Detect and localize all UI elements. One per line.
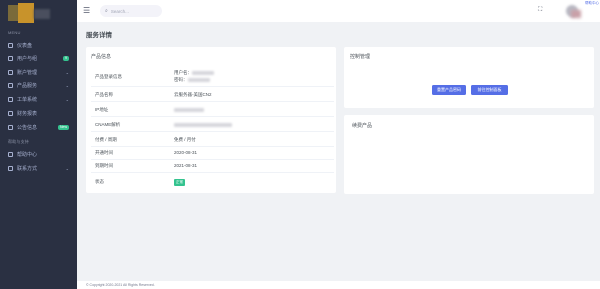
sidebar-item-account[interactable]: 账户管理 ⌄ bbox=[0, 66, 77, 78]
sidebar-item-label: 财务报表 bbox=[17, 110, 38, 117]
info-key: 到期时间 bbox=[95, 163, 113, 168]
info-value: 2020-08-31 bbox=[174, 150, 198, 155]
chevron-down-icon: ⌄ bbox=[65, 69, 69, 75]
info-row-expire-date: 到期时间 2021-08-31 bbox=[91, 158, 334, 173]
menu-toggle-icon[interactable]: ☰ bbox=[83, 6, 90, 16]
user-icon bbox=[8, 55, 13, 61]
info-row-cname: CNAME解析 bbox=[91, 117, 334, 132]
sidebar-item-label: 产品服务 bbox=[17, 82, 38, 89]
phone-icon bbox=[8, 165, 13, 171]
info-row-ip: IP地址 bbox=[91, 102, 334, 117]
card-title: 产品信息 bbox=[91, 54, 112, 60]
sidebar: MENU 仪表盘 用户与组 9 账户管理 ⌄ 产品服务 ⌄ 工单系统 ⌄ 财务报… bbox=[0, 0, 77, 289]
sidebar-item-contact[interactable]: 联系方式 ⌄ bbox=[0, 162, 77, 174]
info-value: 2021-08-31 bbox=[174, 163, 198, 168]
search-placeholder: Search... bbox=[110, 8, 129, 14]
info-key: 产品名称 bbox=[95, 92, 113, 97]
sidebar-item-label: 联系方式 bbox=[17, 165, 38, 172]
info-value: 免费 / 月付 bbox=[174, 137, 196, 142]
brand-logo[interactable] bbox=[8, 3, 52, 23]
user-name-blurred[interactable] bbox=[571, 10, 581, 18]
sidebar-item-label: 工单系统 bbox=[17, 96, 38, 103]
sidebar-item-label: 账户管理 bbox=[17, 69, 38, 76]
sidebar-item-label: 仪表盘 bbox=[17, 42, 33, 49]
bell-icon bbox=[8, 124, 13, 130]
search-icon: ⌕ bbox=[105, 8, 108, 14]
sidebar-item-users[interactable]: 用户与组 9 bbox=[0, 52, 77, 64]
dashboard-icon bbox=[8, 42, 13, 48]
top-help-link[interactable]: 帮助中心 bbox=[585, 1, 599, 6]
sidebar-item-label: 用户与组 bbox=[17, 55, 38, 62]
status-badge: 正常 bbox=[174, 179, 185, 186]
info-key: 状态 bbox=[95, 179, 104, 184]
chevron-down-icon: ⌄ bbox=[65, 165, 69, 171]
topbar: ☰ ⌕ Search... ⛶ 帮助中心 bbox=[77, 0, 600, 22]
ticket-icon bbox=[8, 96, 13, 102]
info-value-2: 密码： bbox=[174, 77, 210, 83]
card-title: 控制管理 bbox=[350, 54, 371, 60]
sidebar-section-help: 帮助与支持 bbox=[8, 139, 29, 144]
reset-password-button[interactable]: 重置产品密码 bbox=[432, 85, 466, 95]
control-card: 控制管理 bbox=[344, 47, 594, 108]
account-icon bbox=[8, 69, 13, 75]
chevron-down-icon: ⌄ bbox=[65, 96, 69, 102]
count-badge: 9 bbox=[63, 55, 69, 61]
info-key: 付费 / 周期 bbox=[95, 137, 117, 142]
sidebar-section-menu: MENU bbox=[8, 30, 21, 35]
wallet-icon bbox=[8, 110, 13, 116]
new-badge: New bbox=[57, 124, 69, 130]
sidebar-item-label: 公告信息 bbox=[17, 124, 38, 131]
sidebar-item-finance[interactable]: 财务报表 bbox=[0, 107, 77, 119]
fullscreen-icon[interactable]: ⛶ bbox=[538, 7, 542, 14]
renewal-card: 续费产品 bbox=[344, 115, 594, 194]
sidebar-item-tickets[interactable]: 工单系统 ⌄ bbox=[0, 93, 77, 105]
cube-icon bbox=[8, 82, 13, 88]
chevron-down-icon: ⌄ bbox=[65, 82, 69, 88]
footer-copyright: © Copyright 2020-2021 All Rights Reserve… bbox=[86, 283, 155, 287]
page-title: 服务详情 bbox=[86, 32, 112, 39]
info-value: 云服务器-美国CN2 bbox=[174, 92, 212, 97]
info-value: 用户名： bbox=[174, 70, 214, 76]
help-icon bbox=[8, 151, 13, 157]
info-key: 开通时间 bbox=[95, 150, 113, 155]
info-row-product-name: 产品名称 云服务器-美国CN2 bbox=[91, 87, 334, 102]
sidebar-item-products[interactable]: 产品服务 ⌄ bbox=[0, 79, 77, 91]
info-row-status: 状态 正常 bbox=[91, 174, 334, 189]
card-title: 续费产品 bbox=[352, 123, 373, 129]
info-value-redacted bbox=[174, 107, 204, 112]
sidebar-item-dashboard[interactable]: 仪表盘 bbox=[0, 39, 77, 51]
footer: © Copyright 2020-2021 All Rights Reserve… bbox=[77, 281, 600, 289]
info-key: IP地址 bbox=[95, 107, 109, 112]
search-input[interactable]: ⌕ Search... bbox=[100, 5, 162, 17]
info-row-login: 产品登录信息 用户名： 密码： bbox=[91, 67, 334, 87]
info-value-redacted bbox=[174, 122, 232, 127]
sidebar-item-help-center[interactable]: 帮助中心 bbox=[0, 148, 77, 160]
info-key: CNAME解析 bbox=[95, 122, 121, 127]
sidebar-item-announcements[interactable]: 公告信息 New bbox=[0, 121, 77, 133]
sidebar-item-label: 帮助中心 bbox=[17, 151, 38, 158]
control-panel-button[interactable]: 前往控制面板 bbox=[471, 85, 508, 95]
info-key: 产品登录信息 bbox=[95, 74, 122, 79]
